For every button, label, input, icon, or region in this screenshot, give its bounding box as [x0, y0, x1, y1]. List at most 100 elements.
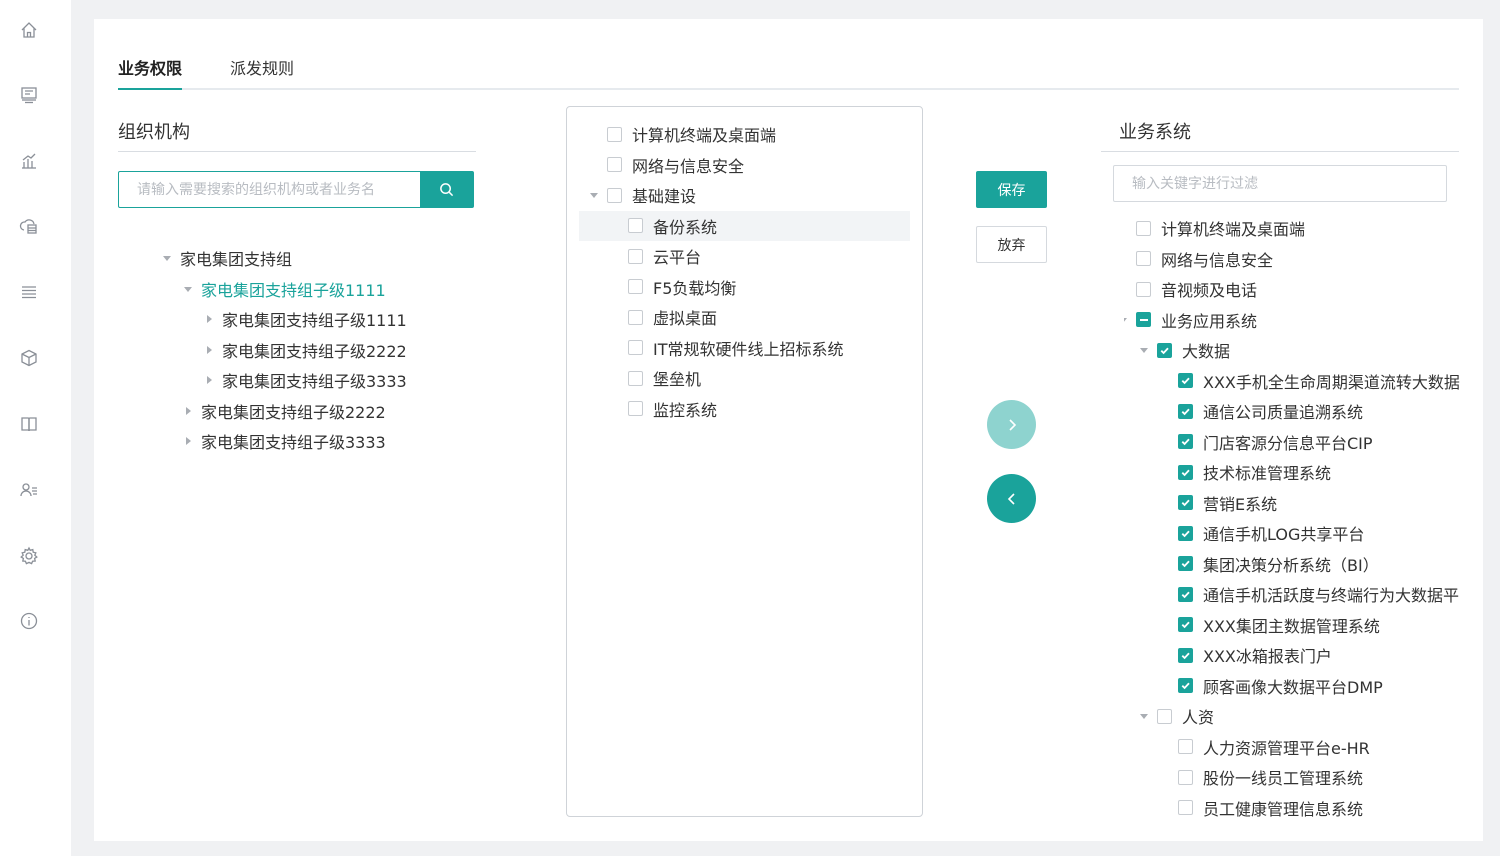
business-item-row[interactable]: 员工健康管理信息系统 — [1158, 794, 1363, 817]
caret-right-icon[interactable] — [202, 373, 216, 387]
category-item-checkbox[interactable] — [628, 370, 643, 386]
business-item-row[interactable]: 人力资源管理平台e-HR — [1158, 733, 1370, 761]
business-item-checkbox[interactable] — [1178, 373, 1193, 388]
category-item-row[interactable]: 堡垒机 — [608, 364, 701, 392]
tab-dispatch-rules[interactable]: 派发规则 — [230, 55, 294, 79]
business-item-checkbox[interactable] — [1178, 800, 1193, 815]
business-item-row[interactable]: XXX手机全生命周期渠道流转大数据 — [1158, 367, 1460, 395]
category-item-row[interactable]: F5负载均衡 — [608, 273, 736, 301]
business-item-checkbox[interactable] — [1178, 434, 1193, 449]
business-item-checkbox[interactable] — [1136, 312, 1151, 327]
business-filter-input[interactable] — [1114, 166, 1446, 201]
chart-icon[interactable] — [18, 150, 40, 172]
business-item-row[interactable]: 集团决策分析系统（BI） — [1158, 550, 1379, 578]
business-item-checkbox[interactable] — [1136, 220, 1151, 236]
move-left-button[interactable] — [987, 474, 1036, 523]
business-item-checkbox[interactable] — [1178, 739, 1193, 754]
caret-down-icon[interactable] — [587, 188, 601, 202]
caret-down-icon[interactable] — [1137, 343, 1151, 357]
category-item-checkbox[interactable] — [607, 126, 622, 142]
caret-down-icon[interactable] — [1124, 313, 1130, 327]
info-icon[interactable] — [18, 610, 40, 632]
category-item-row[interactable]: 计算机终端及桌面端 — [587, 120, 776, 148]
category-item-label: 计算机终端及桌面端 — [632, 126, 777, 145]
business-tree-scroll[interactable]: 计算机终端及桌面端 网络与信息安全 音视频及电话 业务应用系统 大数据 XXX手机全生命周… — [1124, 215, 1460, 817]
business-item-checkbox[interactable] — [1157, 342, 1172, 358]
category-item-row[interactable]: 基础建设 — [587, 181, 696, 209]
business-item-checkbox[interactable] — [1178, 495, 1193, 510]
caret-right-icon[interactable] — [202, 343, 216, 357]
caret-right-icon[interactable] — [181, 434, 195, 448]
caret-down-icon[interactable] — [181, 282, 195, 296]
business-item-row[interactable]: 业务应用系统 — [1124, 306, 1257, 334]
business-item-row[interactable]: 音视频及电话 — [1124, 275, 1257, 303]
business-item-row[interactable]: 门店客源分信息平台CIP — [1158, 428, 1373, 456]
category-item-checkbox[interactable] — [628, 279, 643, 294]
monitor-icon[interactable] — [18, 84, 40, 106]
category-item-checkbox[interactable] — [628, 309, 643, 325]
category-item-checkbox[interactable] — [628, 401, 643, 416]
business-item-row[interactable]: 人资 — [1137, 702, 1214, 730]
category-item-row[interactable]: 云平台 — [608, 242, 701, 270]
cube-icon[interactable] — [18, 347, 40, 369]
business-item-row[interactable]: 顾客画像大数据平台DMP — [1158, 672, 1383, 700]
tab-business-permissions[interactable]: 业务权限 — [118, 55, 182, 79]
category-item-checkbox[interactable] — [628, 340, 643, 355]
business-item-checkbox[interactable] — [1178, 678, 1193, 693]
business-item-checkbox[interactable] — [1157, 708, 1172, 724]
business-item-checkbox[interactable] — [1178, 464, 1193, 480]
business-item-row[interactable]: 大数据 — [1137, 336, 1230, 364]
move-right-button[interactable] — [987, 400, 1036, 449]
users-icon[interactable] — [18, 479, 40, 501]
org-search-button[interactable] — [420, 172, 473, 207]
business-item-row[interactable]: XXX冰箱报表门户 — [1158, 641, 1332, 669]
business-item-row[interactable]: 营销E系统 — [1158, 489, 1277, 517]
category-item-row[interactable]: IT常规软硬件线上招标系统 — [608, 334, 844, 362]
caret-right-icon[interactable] — [181, 404, 195, 418]
category-item-row[interactable]: 网络与信息安全 — [587, 151, 744, 179]
gear-icon[interactable] — [18, 545, 40, 567]
org-tree-row[interactable]: 家电集团支持组子级2222 — [181, 397, 386, 425]
business-item-checkbox[interactable] — [1178, 586, 1193, 602]
business-item-checkbox[interactable] — [1136, 251, 1151, 266]
business-item-checkbox[interactable] — [1178, 403, 1193, 419]
category-item-checkbox[interactable] — [628, 218, 643, 233]
org-tree-row[interactable]: 家电集团支持组子级3333 — [202, 366, 407, 394]
category-item-checkbox[interactable] — [607, 187, 622, 203]
org-tree-row[interactable]: 家电集团支持组子级3333 — [181, 427, 386, 455]
org-search-input[interactable] — [119, 172, 420, 207]
business-item-checkbox[interactable] — [1178, 525, 1193, 541]
business-item-row[interactable]: 网络与信息安全 — [1124, 245, 1273, 273]
caret-right-icon[interactable] — [202, 312, 216, 326]
business-item-row[interactable]: 股份一线员工管理系统 — [1158, 763, 1363, 791]
business-item-checkbox[interactable] — [1178, 556, 1193, 571]
save-button[interactable]: 保存 — [976, 171, 1047, 208]
business-item-row[interactable]: 通信公司质量追溯系统 — [1158, 397, 1363, 425]
business-item-checkbox[interactable] — [1178, 647, 1193, 663]
business-item-row[interactable]: 通信手机LOG共享平台 — [1158, 519, 1364, 547]
business-item-checkbox[interactable] — [1178, 769, 1193, 785]
cloud-server-icon[interactable] — [18, 215, 40, 237]
book-icon[interactable] — [18, 413, 40, 435]
list-icon[interactable] — [18, 281, 40, 303]
home-icon[interactable] — [18, 19, 40, 41]
business-item-row[interactable]: 计算机终端及桌面端 — [1124, 215, 1305, 242]
business-item-row[interactable]: 技术标准管理系统 — [1158, 458, 1331, 486]
business-item-checkbox[interactable] — [1178, 617, 1193, 632]
business-item-label: 集团决策分析系统（BI） — [1203, 555, 1379, 575]
business-item-row[interactable]: XXX集团主数据管理系统 — [1158, 611, 1380, 639]
org-tree-row[interactable]: 家电集团支持组子级1111 — [202, 305, 407, 333]
caret-down-icon[interactable] — [160, 251, 174, 265]
org-tree-row[interactable]: 家电集团支持组子级2222 — [202, 336, 407, 364]
category-item-row[interactable]: 备份系统 — [608, 212, 717, 240]
business-item-checkbox[interactable] — [1136, 281, 1151, 297]
category-item-row[interactable]: 虚拟桌面 — [608, 303, 717, 331]
org-tree-row[interactable]: 家电集团支持组 — [160, 244, 292, 272]
caret-down-icon[interactable] — [1137, 709, 1151, 723]
category-item-checkbox[interactable] — [628, 248, 643, 264]
category-item-row[interactable]: 监控系统 — [608, 395, 717, 423]
cancel-button[interactable]: 放弃 — [976, 226, 1047, 263]
business-item-row[interactable]: 通信手机活跃度与终端行为大数据平台 — [1158, 580, 1460, 608]
category-item-checkbox[interactable] — [607, 157, 622, 172]
org-tree-row[interactable]: 家电集团支持组子级1111 — [181, 275, 386, 303]
